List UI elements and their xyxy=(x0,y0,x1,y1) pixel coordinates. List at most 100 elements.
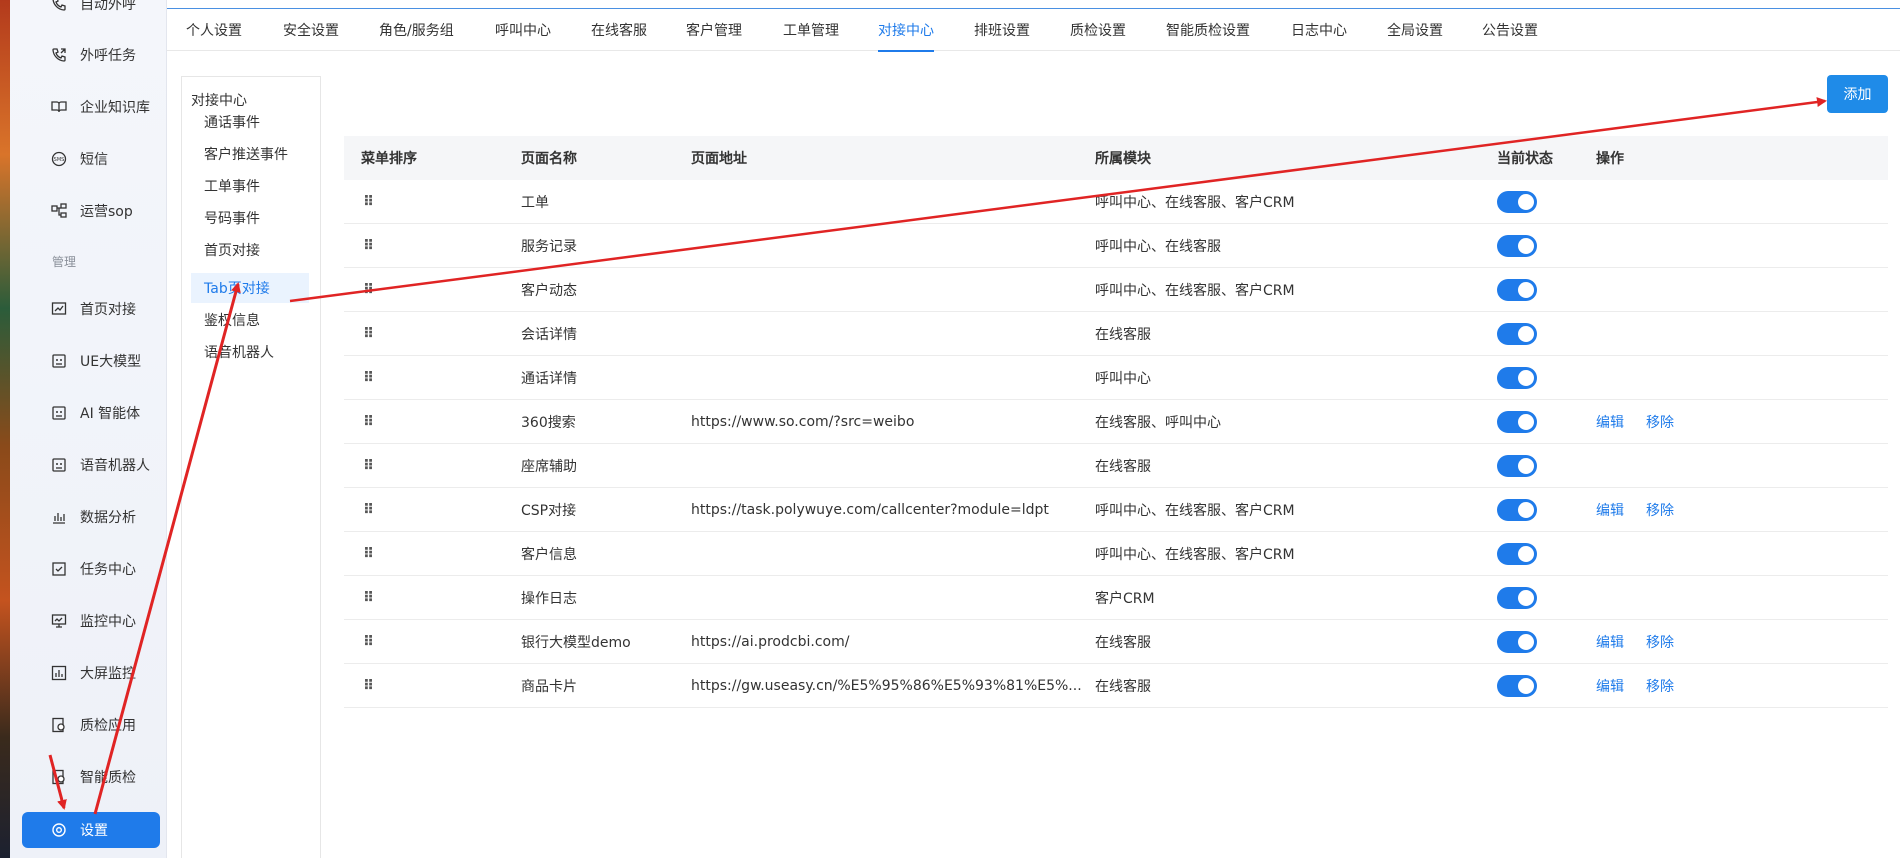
tab-pages-table: 菜单排序 页面名称 页面地址 所属模块 当前状态 操作 ⠿ 工单 呼叫中心、在线… xyxy=(344,136,1888,708)
sidebar-item-outbound-task[interactable]: 外呼任务 xyxy=(22,37,160,73)
drag-handle-icon[interactable]: ⠿ xyxy=(361,664,511,708)
tab-personal-settings[interactable]: 个人设置 xyxy=(186,20,242,40)
sidebar-item-sms[interactable]: SMS 短信 xyxy=(22,141,160,177)
drag-handle-icon[interactable]: ⠿ xyxy=(361,356,511,400)
page-name: 银行大模型demo xyxy=(521,635,631,651)
sidebar-item-auto-call[interactable]: 自动外呼 xyxy=(22,0,160,22)
sidebar: 自动外呼 外呼任务 企业知识库 SMS 短信 运营sop 管理 首页对接 UE大… xyxy=(10,0,167,858)
sidebar-item-data-analysis[interactable]: 数据分析 xyxy=(22,499,160,535)
status-toggle[interactable] xyxy=(1497,411,1537,433)
drag-handle-icon[interactable]: ⠿ xyxy=(361,532,511,576)
status-toggle[interactable] xyxy=(1497,235,1537,257)
row-ops xyxy=(1596,356,1796,400)
tab-security-settings[interactable]: 安全设置 xyxy=(283,20,339,40)
remove-link[interactable]: 移除 xyxy=(1646,676,1674,696)
bar-chart-icon xyxy=(51,509,67,525)
tab-roles[interactable]: 角色/服务组 xyxy=(379,20,454,40)
tab-qa-settings[interactable]: 质检设置 xyxy=(1070,20,1126,40)
sidebar-item-home-integration[interactable]: 首页对接 xyxy=(22,291,160,327)
tab-scheduling[interactable]: 排班设置 xyxy=(974,20,1030,40)
sidebar-item-label: 任务中心 xyxy=(80,562,136,578)
page-name: 工单 xyxy=(521,195,549,211)
edit-link[interactable]: 编辑 xyxy=(1596,500,1624,520)
svg-text:SMS: SMS xyxy=(54,157,65,163)
row-ops: 编辑 移除 xyxy=(1596,664,1796,708)
table-row: ⠿ 座席辅助 在线客服 xyxy=(344,444,1888,488)
status-toggle[interactable] xyxy=(1497,631,1537,653)
edit-link[interactable]: 编辑 xyxy=(1596,676,1624,696)
remove-link[interactable]: 移除 xyxy=(1646,500,1674,520)
status-toggle[interactable] xyxy=(1497,191,1537,213)
submenu-item-home-integration[interactable]: 首页对接 xyxy=(191,235,309,265)
status-toggle[interactable] xyxy=(1497,675,1537,697)
submenu-item-ticket-events[interactable]: 工单事件 xyxy=(191,171,309,201)
row-ops: 编辑 移除 xyxy=(1596,488,1796,532)
status-toggle[interactable] xyxy=(1497,587,1537,609)
status-toggle[interactable] xyxy=(1497,323,1537,345)
header-url: 页面地址 xyxy=(691,151,747,167)
add-button[interactable]: 添加 xyxy=(1827,75,1888,113)
sidebar-item-voice-robot[interactable]: 语音机器人 xyxy=(22,447,160,483)
tab-global-settings[interactable]: 全局设置 xyxy=(1387,20,1443,40)
submenu-item-tab-integration[interactable]: Tab页对接 xyxy=(191,273,309,303)
tab-customer-management[interactable]: 客户管理 xyxy=(686,20,742,40)
page-name: 360搜索 xyxy=(521,415,576,431)
page-url xyxy=(691,224,1094,268)
drag-handle-icon[interactable]: ⠿ xyxy=(361,620,511,664)
page-url: https://task.polywuye.com/callcenter?mod… xyxy=(691,502,1049,518)
status-toggle[interactable] xyxy=(1497,455,1537,477)
status-toggle[interactable] xyxy=(1497,279,1537,301)
sidebar-item-qa-app[interactable]: 质检应用 xyxy=(22,707,160,743)
submenu-item-voice-robot[interactable]: 语音机器人 xyxy=(191,337,309,367)
edit-link[interactable]: 编辑 xyxy=(1596,632,1624,652)
status-toggle[interactable] xyxy=(1497,543,1537,565)
sidebar-item-monitor-center[interactable]: 监控中心 xyxy=(22,603,160,639)
sidebar-item-label: 大屏监控 xyxy=(80,666,136,682)
table-row: ⠿ 银行大模型demo https://ai.prodcbi.com/ 在线客服… xyxy=(344,620,1888,664)
tab-announcement-settings[interactable]: 公告设置 xyxy=(1482,20,1538,40)
header-name: 页面名称 xyxy=(521,151,577,167)
sidebar-item-ops-sop[interactable]: 运营sop xyxy=(22,193,160,229)
sidebar-item-task-center[interactable]: 任务中心 xyxy=(22,551,160,587)
drag-handle-icon[interactable]: ⠿ xyxy=(361,268,511,312)
drag-handle-icon[interactable]: ⠿ xyxy=(361,180,511,224)
phone-outgoing-icon xyxy=(51,47,67,63)
header-module: 所属模块 xyxy=(1095,151,1151,167)
table-row: ⠿ 工单 呼叫中心、在线客服、客户CRM xyxy=(344,180,1888,224)
submenu-item-customer-push-events[interactable]: 客户推送事件 xyxy=(191,139,309,169)
tab-online-service[interactable]: 在线客服 xyxy=(591,20,647,40)
tab-smart-qa-settings[interactable]: 智能质检设置 xyxy=(1166,20,1250,40)
drag-handle-icon[interactable]: ⠿ xyxy=(361,400,511,444)
sidebar-item-label: 设置 xyxy=(80,823,108,839)
drag-handle-icon[interactable]: ⠿ xyxy=(361,576,511,620)
remove-link[interactable]: 移除 xyxy=(1646,632,1674,652)
tab-call-center[interactable]: 呼叫中心 xyxy=(495,20,551,40)
sidebar-item-label: UE大模型 xyxy=(80,354,142,370)
drag-handle-icon[interactable]: ⠿ xyxy=(361,312,511,356)
drag-handle-icon[interactable]: ⠿ xyxy=(361,224,511,268)
drag-handle-icon[interactable]: ⠿ xyxy=(361,444,511,488)
edit-link[interactable]: 编辑 xyxy=(1596,412,1624,432)
sidebar-item-ue-model[interactable]: UE大模型 xyxy=(22,343,160,379)
submenu-item-number-events[interactable]: 号码事件 xyxy=(191,203,309,233)
tab-integration-center[interactable]: 对接中心 xyxy=(878,20,934,52)
drag-handle-icon[interactable]: ⠿ xyxy=(361,488,511,532)
submenu-item-auth-info[interactable]: 鉴权信息 xyxy=(191,305,309,335)
status-toggle[interactable] xyxy=(1497,499,1537,521)
submenu-item-call-events[interactable]: 通话事件 xyxy=(191,107,309,137)
status-toggle[interactable] xyxy=(1497,367,1537,389)
remove-link[interactable]: 移除 xyxy=(1646,412,1674,432)
robot-icon xyxy=(51,405,67,421)
tab-log-center[interactable]: 日志中心 xyxy=(1291,20,1347,40)
table-row: ⠿ 会话详情 在线客服 xyxy=(344,312,1888,356)
row-ops xyxy=(1596,180,1796,224)
tab-ticket-management[interactable]: 工单管理 xyxy=(783,20,839,40)
sidebar-item-smart-qa[interactable]: 智能质检 xyxy=(22,759,160,795)
sms-icon: SMS xyxy=(51,151,67,167)
sidebar-item-knowledge-base[interactable]: 企业知识库 xyxy=(22,89,160,125)
sidebar-item-big-screen[interactable]: 大屏监控 xyxy=(22,655,160,691)
sidebar-item-settings[interactable]: 设置 xyxy=(22,812,160,848)
page-module: 在线客服 xyxy=(1095,679,1151,695)
sidebar-item-ai-agent[interactable]: AI 智能体 xyxy=(22,395,160,431)
sidebar-item-label: 自动外呼 xyxy=(80,0,136,13)
